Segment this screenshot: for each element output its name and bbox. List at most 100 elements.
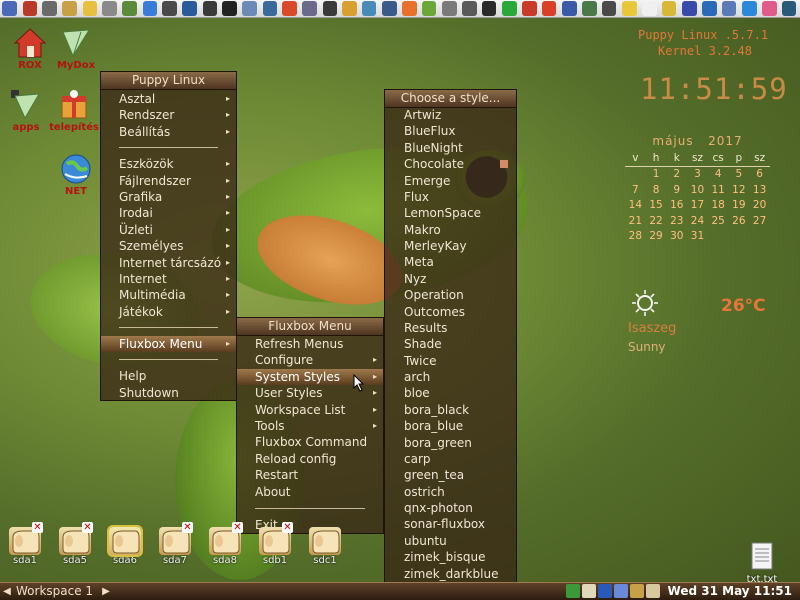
style-item[interactable]: sonar-fluxbox — [385, 516, 516, 532]
style-item[interactable]: ubuntu — [385, 533, 516, 549]
style-item[interactable]: green_tea — [385, 467, 516, 483]
menu-item-üzleti[interactable]: Üzleti ▸ — [101, 222, 236, 238]
menu-item-internet-tárcsázó[interactable]: Internet tárcsázó ▸ — [101, 255, 236, 271]
circle-icon[interactable] — [102, 1, 117, 16]
drive-sda8[interactable]: ✕ sda8 — [204, 522, 246, 566]
camera-icon[interactable] — [202, 1, 218, 16]
mydox-desktop-icon[interactable]: MyDox — [46, 26, 106, 71]
cross-icon[interactable] — [222, 1, 237, 16]
play-icon[interactable] — [502, 1, 518, 16]
photo-icon[interactable] — [582, 1, 597, 16]
menu-item-eszközök[interactable]: Eszközök ▸ — [101, 156, 236, 172]
game-icon[interactable] — [601, 1, 617, 16]
menu-item-refresh-menus[interactable]: Refresh Menus — [237, 336, 383, 352]
style-item[interactable]: bora_green — [385, 435, 516, 451]
gear-icon[interactable] — [462, 1, 477, 16]
tray-network-icon[interactable] — [614, 584, 628, 598]
menu-item-fájlrendszer[interactable]: Fájlrendszer ▸ — [101, 173, 236, 189]
tray-notes-icon[interactable] — [582, 584, 596, 598]
drive-sda7[interactable]: ✕ sda7 — [154, 522, 196, 566]
style-item[interactable]: Nyz — [385, 271, 516, 287]
style-item[interactable]: Makro — [385, 222, 516, 238]
style-item[interactable]: Results — [385, 320, 516, 336]
style-item[interactable]: Meta — [385, 254, 516, 270]
terminal-icon[interactable] — [481, 1, 497, 16]
style-item[interactable]: Emerge — [385, 173, 516, 189]
style-item[interactable]: zimek_darkblue — [385, 566, 516, 582]
menu-item-beállítás[interactable]: Beállítás ▸ — [101, 124, 236, 140]
menu-item-asztal[interactable]: Asztal ▸ — [101, 91, 236, 107]
style-item[interactable]: LemonSpace — [385, 205, 516, 221]
puzzle-icon[interactable] — [342, 1, 357, 16]
workspace-prev-button[interactable]: ◀ — [0, 583, 14, 600]
style-item[interactable]: bora_blue — [385, 418, 516, 434]
style-item[interactable]: BlueFlux — [385, 123, 516, 139]
menu-item-játékok[interactable]: Játékok ▸ — [101, 304, 236, 320]
menu-item-configure[interactable]: Configure ▸ — [237, 352, 383, 368]
style-item[interactable]: arch — [385, 369, 516, 385]
menu-item-help[interactable]: Help — [101, 368, 236, 384]
tray-bluetooth-icon[interactable] — [598, 584, 612, 598]
style-item[interactable]: zimek_bisque — [385, 549, 516, 565]
tray-volume-icon[interactable] — [646, 584, 660, 598]
style-item[interactable]: Outcomes — [385, 304, 516, 320]
trash-icon[interactable] — [442, 1, 458, 16]
net-desktop-icon[interactable]: NET — [46, 152, 106, 197]
earth-icon[interactable] — [701, 1, 717, 16]
tray-power-icon[interactable] — [630, 584, 644, 598]
style-item[interactable]: Shade — [385, 336, 516, 352]
calc-icon[interactable] — [761, 1, 777, 16]
style-item[interactable]: bloe — [385, 385, 516, 401]
menu-item-about[interactable]: About — [237, 484, 383, 500]
menu-item-internet[interactable]: Internet ▸ — [101, 271, 236, 287]
style-item[interactable]: Operation — [385, 287, 516, 303]
style-item[interactable]: Artwiz — [385, 107, 516, 123]
screen-icon[interactable] — [781, 1, 797, 16]
menu-item-grafika[interactable]: Grafika ▸ — [101, 189, 236, 205]
drive-sda1[interactable]: ✕ sda1 — [4, 522, 46, 566]
style-item[interactable]: Twice — [385, 353, 516, 369]
image-icon[interactable] — [241, 1, 257, 16]
document-icon[interactable] — [22, 1, 38, 16]
settings-icon[interactable] — [301, 1, 317, 16]
menu-item-fluxbox-command[interactable]: Fluxbox Command — [237, 434, 383, 450]
menu-item-workspace-list[interactable]: Workspace List ▸ — [237, 402, 383, 418]
taskbar-clock[interactable]: Wed 31 May 11:51 — [668, 583, 792, 600]
pirate-icon[interactable] — [522, 1, 537, 16]
drive-sda6[interactable]: sda6 — [104, 525, 146, 566]
email-icon[interactable] — [162, 1, 177, 16]
style-item[interactable]: bora_black — [385, 402, 516, 418]
drive-sdc1[interactable]: sdc1 — [304, 527, 346, 566]
film-icon[interactable] — [262, 1, 278, 16]
menu-item-irodai[interactable]: Irodai ▸ — [101, 205, 236, 221]
folder-icon[interactable] — [82, 1, 98, 16]
download-icon[interactable] — [541, 1, 557, 16]
back-icon[interactable] — [181, 1, 197, 16]
menu-item-rendszer[interactable]: Rendszer ▸ — [101, 107, 236, 123]
txt-file-desktop-icon[interactable]: txt.txt — [740, 542, 784, 585]
menu-item-tools[interactable]: Tools ▸ — [237, 418, 383, 434]
drive-sdb1[interactable]: ✕ sdb1 — [254, 522, 296, 566]
pen-icon[interactable] — [121, 1, 137, 16]
storage-icon[interactable] — [562, 1, 578, 16]
dialog-icon[interactable] — [742, 1, 757, 16]
menu-item-reload-config[interactable]: Reload config — [237, 451, 383, 467]
menu-item-fluxbox-menu[interactable]: Fluxbox Menu ▸ — [101, 336, 236, 353]
package-icon[interactable] — [61, 1, 77, 16]
menu-item-multimédia[interactable]: Multimédia ▸ — [101, 287, 236, 303]
cone-icon[interactable] — [402, 1, 417, 16]
style-item[interactable]: MerleyKay — [385, 238, 516, 254]
tray-monitor-icon[interactable] — [566, 584, 580, 598]
clock-icon[interactable] — [721, 1, 737, 16]
box-icon[interactable] — [682, 1, 697, 16]
menu-item-shutdown[interactable]: Shutdown — [101, 385, 236, 401]
cat-icon[interactable] — [661, 1, 677, 16]
calendar-icon[interactable] — [361, 1, 377, 16]
workspace-next-button[interactable]: ▶ — [99, 583, 113, 600]
bug-icon[interactable] — [421, 1, 437, 16]
install-desktop-icon[interactable]: telepítés — [44, 88, 104, 133]
style-item[interactable]: ostrich — [385, 484, 516, 500]
menu-item-személyes[interactable]: Személyes ▸ — [101, 238, 236, 254]
style-item[interactable]: qnx-photon — [385, 500, 516, 516]
style-item[interactable]: Chocolate — [385, 156, 516, 172]
